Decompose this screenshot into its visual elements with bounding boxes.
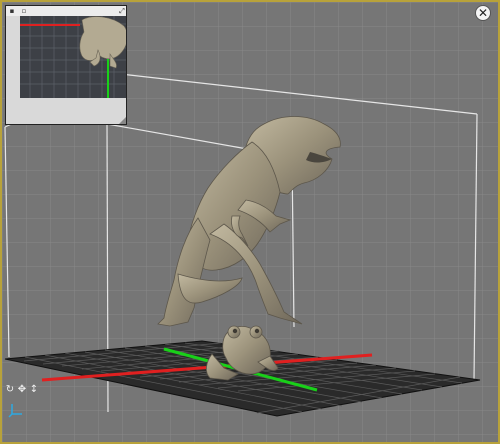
close-icon[interactable]: ✕ — [475, 5, 491, 21]
resize-handle[interactable] — [119, 117, 126, 124]
inset-view-panel[interactable]: ▪ ▫ ⤢ — [5, 5, 127, 125]
3d-viewport[interactable]: ▪ ▫ ⤢ ✕ ↻ ✥ ↕ — [0, 0, 500, 444]
inset-toolbar: ▪ ▫ ⤢ — [6, 6, 126, 16]
axis-triad-icon — [8, 404, 22, 418]
expand-icon[interactable]: ⤢ — [118, 7, 126, 15]
rotate-icon[interactable]: ↻ — [5, 384, 15, 395]
navigation-toolbar: ↻ ✥ ↕ — [5, 384, 39, 396]
inset-render[interactable] — [20, 16, 126, 98]
copy-icon[interactable]: ▫ — [20, 7, 28, 15]
frog-eye-left — [232, 328, 238, 334]
pan-icon[interactable]: ✥ — [17, 384, 27, 395]
zoom-icon[interactable]: ↕ — [29, 384, 39, 395]
frog-eye-right — [254, 328, 260, 334]
camera-icon[interactable]: ▪ — [8, 7, 16, 15]
